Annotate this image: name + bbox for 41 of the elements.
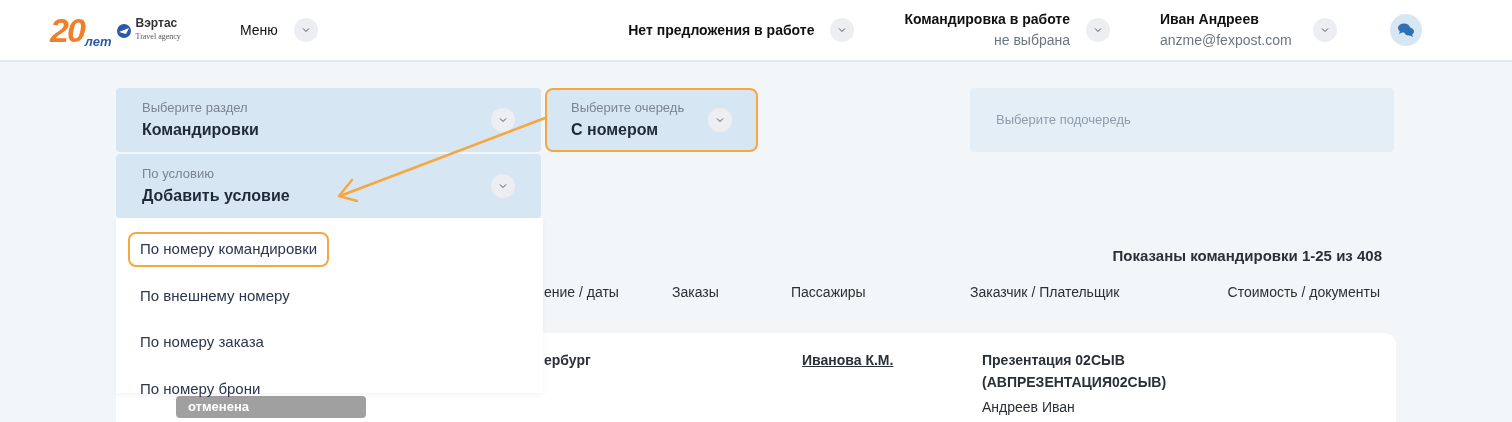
passenger-link[interactable]: Иванова К.М.	[802, 352, 894, 368]
user-email: anzme@fexpost.com	[1160, 31, 1293, 50]
column-header: Заказчик / Плательщик	[970, 284, 1120, 300]
chevron-icon	[715, 115, 725, 125]
chat-button[interactable]	[1390, 14, 1422, 46]
chevron-icon	[300, 25, 311, 35]
chevron-icon	[837, 25, 848, 35]
column-header: Пассажиры	[791, 284, 866, 300]
trip-status: не выбрана	[993, 31, 1070, 50]
select-field[interactable]: По условию Добавить условие	[116, 154, 541, 218]
logo-brand: Вэртас	[135, 17, 179, 31]
chevron-icon	[1320, 25, 1330, 35]
chat-icon	[1397, 22, 1415, 38]
logo-tagline: Travel agency	[135, 30, 181, 43]
select-field[interactable]: Выберите раздел Командировки	[116, 88, 541, 152]
column-header: Стоимость / документы	[1227, 284, 1380, 300]
results-summary: Показаны командировки 1-25 из 408	[1112, 246, 1382, 266]
column-header: ение / даты	[544, 284, 619, 300]
chevron-button[interactable]	[1313, 18, 1337, 42]
chevron-icon	[498, 181, 508, 191]
select-field[interactable]: Выберите очередь С номером	[545, 88, 758, 152]
menu-item[interactable]: По внешнему номеру	[128, 278, 302, 313]
customer-name: Презентация 02СЫВ (АВПРЕЗЕНТАЦИЯ02СЫВ)	[982, 351, 1168, 392]
menu-label[interactable]: Меню	[240, 19, 278, 41]
payer-name: Андреев Иван	[982, 398, 1076, 417]
table-cell-text: ербург	[544, 351, 592, 370]
offer-status: Нет предложения в работе	[628, 20, 815, 40]
menu-item[interactable]: По номеру командировки	[128, 232, 330, 267]
chevron-button[interactable]	[1086, 18, 1110, 42]
trip-label: Командировка в работе	[904, 10, 1070, 29]
chevron-button[interactable]	[293, 18, 318, 42]
status-badge: отменена	[176, 396, 366, 418]
chevron-button[interactable]	[830, 18, 855, 42]
chevron-icon	[1093, 25, 1103, 35]
user-name: Иван Андреев	[1160, 10, 1260, 29]
logo-years: 20	[50, 13, 84, 47]
chevron-icon	[498, 115, 508, 125]
plane-icon	[115, 22, 132, 39]
column-header: Заказы	[672, 284, 719, 300]
logo-years-word: лет	[84, 34, 112, 52]
menu-item[interactable]: По номеру заказа	[128, 325, 276, 360]
